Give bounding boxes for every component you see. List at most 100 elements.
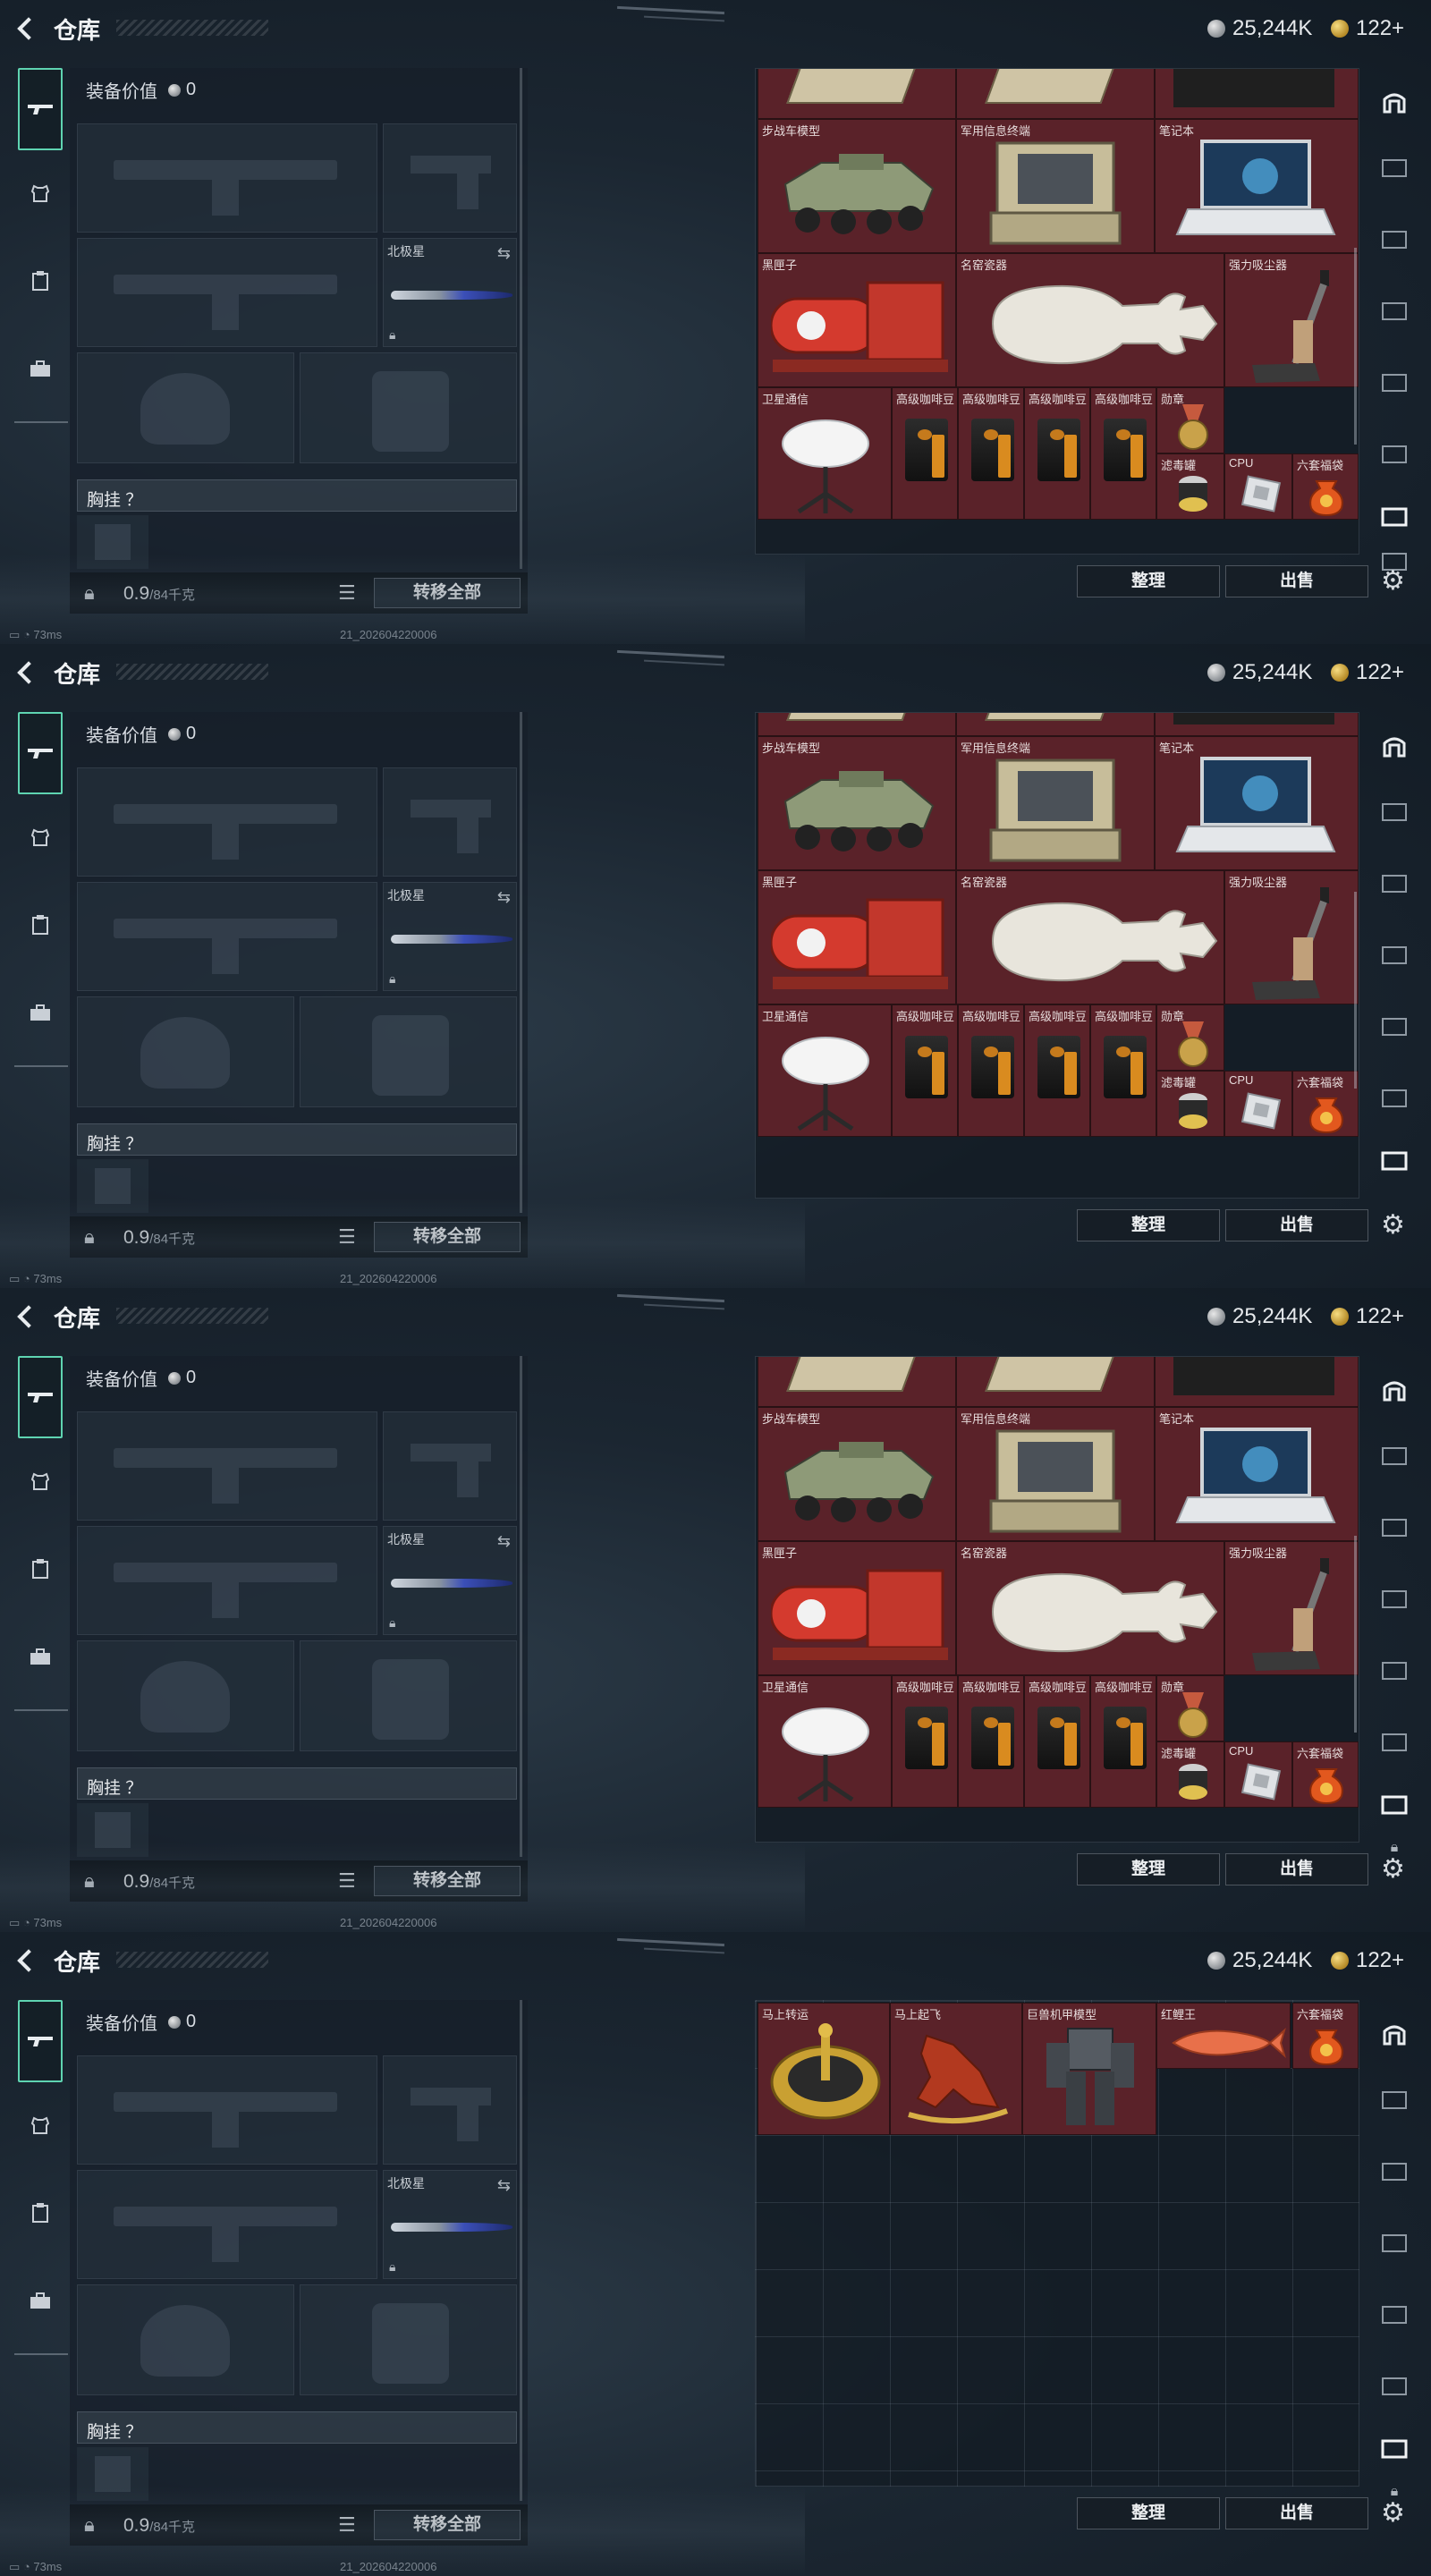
item-cell-laptop[interactable]: 笔记本 bbox=[1155, 736, 1359, 870]
sort-button[interactable]: 整理 bbox=[1077, 1853, 1220, 1885]
tv-tab-icon[interactable] bbox=[1374, 936, 1415, 971]
rail-tab-case[interactable] bbox=[18, 2281, 63, 2326]
item-cell-coffee[interactable]: 高级咖啡豆 bbox=[1024, 1004, 1090, 1137]
chest-rig-slot[interactable]: 胸挂 ？ bbox=[77, 1767, 517, 1800]
list-icon[interactable]: ☰ bbox=[338, 1869, 356, 1893]
item-cell-terminal[interactable]: 军用信息终端 bbox=[956, 736, 1155, 870]
pistol-slot[interactable] bbox=[383, 1411, 517, 1521]
tv-tab-icon[interactable] bbox=[1374, 2367, 1415, 2402]
item-cell-satellite[interactable]: 卫星通信 bbox=[758, 1004, 892, 1137]
helmet-slot[interactable] bbox=[77, 1640, 294, 1751]
item-cell-blackbox[interactable]: 黑匣子 bbox=[758, 1541, 956, 1675]
tv-tab-icon[interactable] bbox=[1374, 363, 1415, 399]
rail-tab-gear[interactable] bbox=[18, 2193, 63, 2238]
primary-weapon-slot[interactable] bbox=[77, 123, 377, 233]
item-cell-partial[interactable] bbox=[758, 69, 956, 119]
swap-icon[interactable]: ⇆ bbox=[497, 888, 511, 907]
inventory-scrollbar[interactable] bbox=[1354, 248, 1357, 445]
tv-tab-active-icon[interactable] bbox=[1374, 2429, 1415, 2465]
melee-slot[interactable]: 北极星 ⇆ 🔒︎ bbox=[383, 2170, 517, 2279]
back-button[interactable] bbox=[13, 1946, 39, 1973]
item-cell-filter[interactable]: 滤毒罐 bbox=[1156, 1071, 1224, 1137]
secondary-weapon-slot[interactable] bbox=[77, 1526, 377, 1635]
settings-gear-icon[interactable]: ⚙ bbox=[1381, 1853, 1405, 1885]
item-cell-coffee[interactable]: 高级咖啡豆 bbox=[1090, 1004, 1156, 1137]
inventory-grid[interactable]: 马上转运 马上起飞 巨兽机甲模型 红鲤王 六套福袋 bbox=[755, 2000, 1359, 2487]
inventory-grid[interactable]: 步战车模型 军用信息终端 笔记本 黑匣子 名窑瓷器 强力吸尘器 卫星通信 高级咖啡豆 高级咖啡豆… bbox=[755, 1356, 1359, 1843]
back-button[interactable] bbox=[13, 1302, 39, 1329]
loadout-scrollbar[interactable] bbox=[520, 2000, 522, 2501]
sell-button[interactable]: 出售 bbox=[1225, 1853, 1368, 1885]
rail-tab-gear[interactable] bbox=[18, 1549, 63, 1594]
body-armor-slot[interactable] bbox=[300, 1640, 517, 1751]
item-cell-partial[interactable] bbox=[758, 1357, 956, 1407]
money-balance[interactable]: 25,244K bbox=[1207, 660, 1312, 685]
item-cell-mech[interactable]: 巨兽机甲模型 bbox=[1022, 2003, 1156, 2135]
melee-slot[interactable]: 北极星 ⇆ 🔒︎ bbox=[383, 1526, 517, 1635]
item-cell-cpu[interactable]: CPU bbox=[1224, 453, 1292, 520]
item-cell-partial[interactable] bbox=[956, 69, 1155, 119]
transfer-all-button[interactable]: 转移全部 bbox=[374, 2510, 521, 2540]
item-cell-horse[interactable]: 马上起飞 bbox=[890, 2003, 1022, 2135]
sort-button[interactable]: 整理 bbox=[1077, 1209, 1220, 1241]
item-cell-vase[interactable]: 名窑瓷器 bbox=[956, 1541, 1224, 1675]
item-cell-coffee[interactable]: 高级咖啡豆 bbox=[892, 1004, 958, 1137]
chest-rig-slot[interactable]: 胸挂 ？ bbox=[77, 1123, 517, 1156]
swap-icon[interactable]: ⇆ bbox=[497, 244, 511, 263]
item-cell-medal[interactable]: 勋章 bbox=[1156, 387, 1224, 453]
tv-tab-icon[interactable] bbox=[1374, 1723, 1415, 1758]
tv-tab-icon[interactable] bbox=[1374, 1580, 1415, 1615]
item-cell-ifv[interactable]: 步战车模型 bbox=[758, 1407, 956, 1541]
helmet-slot[interactable] bbox=[77, 996, 294, 1107]
transfer-all-button[interactable]: 转移全部 bbox=[374, 1866, 521, 1896]
money-balance[interactable]: 25,244K bbox=[1207, 1948, 1312, 1973]
item-cell-filter[interactable]: 滤毒罐 bbox=[1156, 453, 1224, 520]
body-armor-slot[interactable] bbox=[300, 352, 517, 463]
secondary-weapon-slot[interactable] bbox=[77, 238, 377, 347]
item-cell-vacuum[interactable]: 强力吸尘器 bbox=[1224, 870, 1359, 1004]
item-cell-laptop[interactable]: 笔记本 bbox=[1155, 119, 1359, 253]
loadout-scrollbar[interactable] bbox=[520, 712, 522, 1213]
inventory-grid[interactable]: 步战车模型 军用信息终端 笔记本 黑匣子 名窑瓷器 强力吸尘器 卫星通信 高级咖啡豆 高级咖啡豆… bbox=[755, 712, 1359, 1199]
item-cell-partial[interactable] bbox=[1155, 713, 1359, 736]
item-cell-vase[interactable]: 名窑瓷器 bbox=[956, 870, 1224, 1004]
item-cell-wheel[interactable]: 马上转运 bbox=[758, 2003, 890, 2135]
inventory-scrollbar[interactable] bbox=[1354, 892, 1357, 1089]
item-cell-vacuum[interactable]: 强力吸尘器 bbox=[1224, 1541, 1359, 1675]
tv-tab-icon[interactable] bbox=[1374, 1508, 1415, 1544]
item-cell-pouch[interactable]: 六套福袋 bbox=[1292, 453, 1359, 520]
tv-tab-icon[interactable] bbox=[1374, 1651, 1415, 1687]
vault-icon[interactable] bbox=[1374, 728, 1415, 764]
rail-tab-case[interactable] bbox=[18, 1637, 63, 1682]
item-cell-partial[interactable] bbox=[1155, 69, 1359, 119]
item-cell-cpu[interactable]: CPU bbox=[1224, 1071, 1292, 1137]
item-cell-ifv[interactable]: 步战车模型 bbox=[758, 736, 956, 870]
rail-tab-gear[interactable] bbox=[18, 261, 63, 306]
tv-tab-active-icon[interactable] bbox=[1374, 497, 1415, 533]
primary-weapon-slot[interactable] bbox=[77, 767, 377, 877]
item-cell-coffee[interactable]: 高级咖啡豆 bbox=[1090, 387, 1156, 520]
rail-tab-case[interactable] bbox=[18, 349, 63, 394]
swap-icon[interactable]: ⇆ bbox=[497, 1532, 511, 1551]
gold-balance[interactable]: 122+ bbox=[1331, 660, 1404, 685]
tv-tab-icon[interactable] bbox=[1374, 148, 1415, 184]
tv-tab-icon[interactable] bbox=[1374, 1079, 1415, 1114]
settings-gear-icon[interactable]: ⚙ bbox=[1381, 1209, 1405, 1241]
rail-tab-armor[interactable] bbox=[18, 174, 63, 218]
item-cell-coffee[interactable]: 高级咖啡豆 bbox=[958, 1675, 1024, 1808]
item-cell-vacuum[interactable]: 强力吸尘器 bbox=[1224, 253, 1359, 387]
transfer-all-button[interactable]: 转移全部 bbox=[374, 578, 521, 608]
chest-rig-slot[interactable]: 胸挂 ？ bbox=[77, 2411, 517, 2444]
secondary-weapon-slot[interactable] bbox=[77, 882, 377, 991]
inventory-grid[interactable]: 步战车模型 军用信息终端 笔记本 黑匣子 名窑瓷器 强力吸尘器 卫星通信 高级咖啡豆 高级咖啡豆… bbox=[755, 68, 1359, 555]
rail-tab-weapons[interactable] bbox=[18, 712, 63, 794]
vault-icon[interactable] bbox=[1374, 2016, 1415, 2052]
tv-tab-icon[interactable] bbox=[1374, 2080, 1415, 2116]
item-cell-coffee[interactable]: 高级咖啡豆 bbox=[958, 1004, 1024, 1137]
rail-tab-armor[interactable] bbox=[18, 1462, 63, 1506]
tv-tab-icon[interactable] bbox=[1374, 435, 1415, 470]
gold-balance[interactable]: 122+ bbox=[1331, 1304, 1404, 1329]
item-cell-laptop[interactable]: 笔记本 bbox=[1155, 1407, 1359, 1541]
primary-weapon-slot[interactable] bbox=[77, 2055, 377, 2165]
tv-tab-icon[interactable] bbox=[1374, 2152, 1415, 2188]
